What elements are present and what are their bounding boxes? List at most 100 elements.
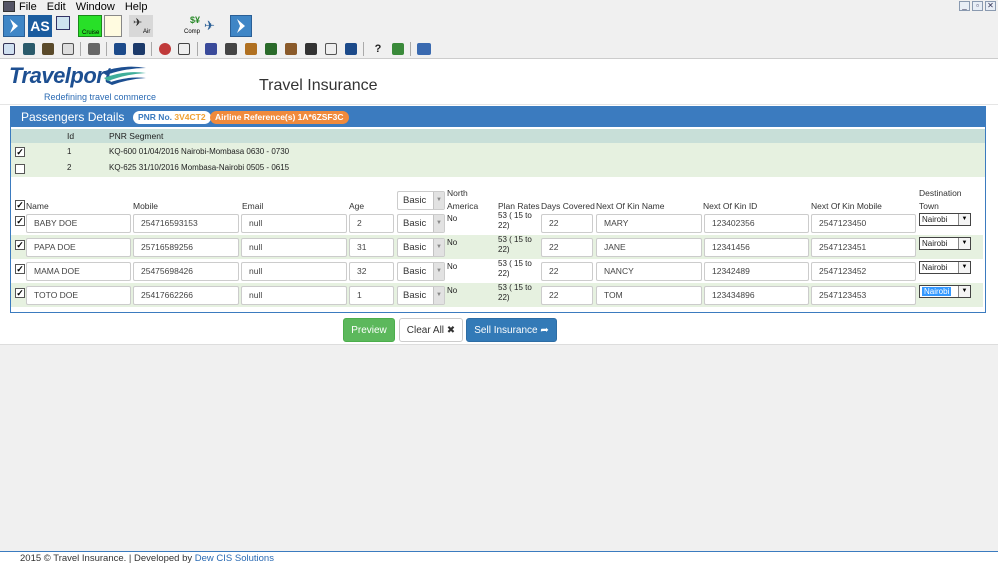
email-field[interactable]: null: [241, 286, 347, 305]
segment-checkbox[interactable]: ✓: [15, 147, 25, 157]
chevron-right-icon: [237, 19, 245, 33]
mail-icon[interactable]: [178, 43, 190, 55]
printer-icon[interactable]: [88, 43, 100, 55]
days-field[interactable]: 22: [541, 214, 593, 233]
passenger-checkbox[interactable]: ✓: [15, 264, 25, 274]
days-field[interactable]: 22: [541, 262, 593, 281]
north-america-value: No: [447, 238, 458, 247]
palette-icon[interactable]: [159, 43, 171, 55]
form-icon[interactable]: [62, 43, 74, 55]
email-field[interactable]: null: [241, 214, 347, 233]
flowchart-icon[interactable]: [305, 43, 317, 55]
menu-window[interactable]: Window: [76, 1, 115, 13]
days-field[interactable]: 22: [541, 286, 593, 305]
col-north-america-1: North: [447, 188, 468, 198]
passenger-checkbox[interactable]: ✓: [15, 216, 25, 226]
mobile-field[interactable]: 25417662266: [133, 286, 239, 305]
clear-all-button[interactable]: Clear All ✖: [399, 318, 463, 342]
person-icon[interactable]: [265, 43, 277, 55]
plan-select[interactable]: Basic ▼: [397, 238, 445, 257]
book-icon[interactable]: [205, 43, 217, 55]
segment-checkbox[interactable]: [15, 164, 25, 174]
mobile-field[interactable]: 25716589256: [133, 238, 239, 257]
name-field[interactable]: TOTO DOE: [26, 286, 131, 305]
passenger-row: ✓ MAMA DOE 25475698426 null 32 Basic ▼ N…: [11, 259, 983, 283]
passenger-checkbox[interactable]: ✓: [15, 240, 25, 250]
destination-select[interactable]: Nairobi ▼: [919, 213, 971, 226]
kin-mobile-field[interactable]: 2547123450: [811, 214, 916, 233]
gds-icon[interactable]: [417, 43, 431, 55]
destination-select[interactable]: Nairobi ▼: [919, 285, 971, 298]
mobile-field[interactable]: 25475698426: [133, 262, 239, 281]
air-button[interactable]: ✈ Air: [129, 15, 153, 37]
calendar-icon[interactable]: [3, 43, 15, 55]
plan-select[interactable]: Basic ▼: [397, 286, 445, 305]
restore-icon[interactable]: ▫: [972, 1, 983, 11]
days-field[interactable]: 22: [541, 238, 593, 257]
calculator-icon[interactable]: [42, 43, 54, 55]
close-icon[interactable]: ✕: [985, 1, 996, 11]
stack-icon[interactable]: [285, 43, 297, 55]
chevron-down-icon: ▼: [433, 192, 444, 209]
kin-name-field[interactable]: NANCY: [596, 262, 702, 281]
plan-value: Basic: [403, 218, 427, 229]
age-field[interactable]: 31: [349, 238, 394, 257]
plan-rate-line-1: 53 ( 15 to: [498, 211, 532, 220]
people-icon[interactable]: [245, 43, 257, 55]
stamp-icon[interactable]: [225, 43, 237, 55]
pin-icon[interactable]: [104, 15, 122, 37]
as-button[interactable]: AS: [28, 15, 52, 37]
kin-id-field[interactable]: 12341456: [704, 238, 809, 257]
exit-icon[interactable]: [392, 43, 404, 55]
passenger-checkbox[interactable]: ✓: [15, 288, 25, 298]
kin-mobile-field[interactable]: 2547123453: [811, 286, 916, 305]
kin-mobile-field[interactable]: 2547123451: [811, 238, 916, 257]
screen-icon[interactable]: [56, 16, 70, 30]
minimize-icon[interactable]: _: [959, 1, 970, 11]
help-icon[interactable]: ?: [372, 43, 384, 55]
segment-id-header: Id: [67, 131, 75, 141]
age-field[interactable]: 32: [349, 262, 394, 281]
kin-id-field[interactable]: 123434896: [704, 286, 809, 305]
chevron-down-icon: ▼: [958, 238, 970, 249]
plan-select[interactable]: Basic ▼: [397, 214, 445, 233]
name-field[interactable]: PAPA DOE: [26, 238, 131, 257]
age-field[interactable]: 1: [349, 286, 394, 305]
menu-file[interactable]: File: [19, 1, 37, 13]
destination-select[interactable]: Nairobi ▼: [919, 261, 971, 274]
compare-button[interactable]: $¥ ✈ Comp: [184, 15, 230, 37]
col-destination-2: Town: [919, 201, 939, 211]
plan-value: Basic: [403, 266, 427, 277]
grid-icon[interactable]: [23, 43, 35, 55]
plan-select[interactable]: Basic ▼: [397, 262, 445, 281]
plan-select-all[interactable]: Basic ▼: [397, 191, 445, 210]
preview-button[interactable]: Preview: [343, 318, 395, 342]
name-field[interactable]: BABY DOE: [26, 214, 131, 233]
sell-insurance-button[interactable]: Sell Insurance ➦: [466, 318, 557, 342]
developer-link[interactable]: Dew CIS Solutions: [195, 553, 274, 564]
kin-name-field[interactable]: MARY: [596, 214, 702, 233]
kin-mobile-field[interactable]: 2547123452: [811, 262, 916, 281]
name-field[interactable]: MAMA DOE: [26, 262, 131, 281]
kin-id-field[interactable]: 123402356: [704, 214, 809, 233]
edit-icon[interactable]: [325, 43, 337, 55]
email-field[interactable]: null: [241, 238, 347, 257]
window-icon[interactable]: [133, 43, 145, 55]
monitor-icon[interactable]: [114, 43, 126, 55]
menu-edit[interactable]: Edit: [47, 1, 66, 13]
flag-icon[interactable]: [345, 43, 357, 55]
kin-name-field[interactable]: TOM: [596, 286, 702, 305]
menu-help[interactable]: Help: [125, 1, 148, 13]
forward-button[interactable]: [3, 15, 25, 37]
plan-select-all-value: Basic: [403, 195, 427, 206]
select-all-checkbox[interactable]: ✓: [15, 200, 25, 210]
cruise-button[interactable]: Cruise: [78, 15, 102, 37]
kin-id-field[interactable]: 12342489: [704, 262, 809, 281]
mobile-field[interactable]: 254716593153: [133, 214, 239, 233]
next-button[interactable]: [230, 15, 252, 37]
passenger-row: ✓ PAPA DOE 25716589256 null 31 Basic ▼ N…: [11, 235, 983, 259]
age-field[interactable]: 2: [349, 214, 394, 233]
email-field[interactable]: null: [241, 262, 347, 281]
destination-select[interactable]: Nairobi ▼: [919, 237, 971, 250]
kin-name-field[interactable]: JANE: [596, 238, 702, 257]
